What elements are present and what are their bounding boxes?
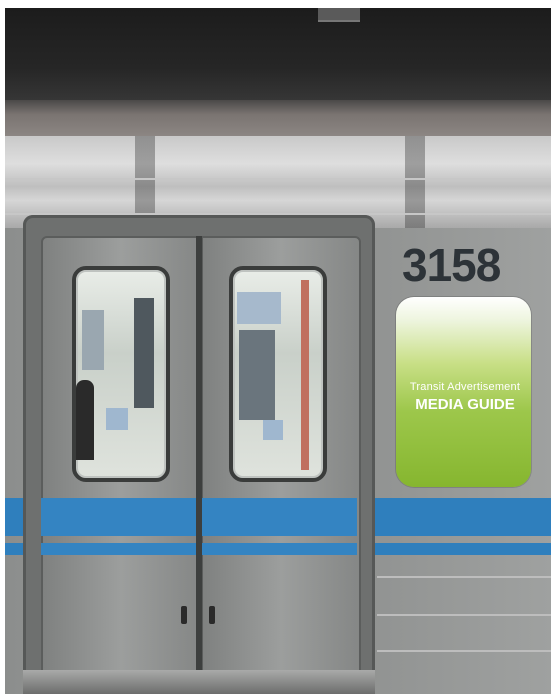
window-interior bbox=[239, 330, 275, 420]
door-gap-lower bbox=[196, 496, 202, 560]
door-gap bbox=[196, 236, 202, 680]
cover-page: 3158 Transit Advertisement MEDIA GUIDE bbox=[0, 0, 553, 697]
left-door-window bbox=[72, 266, 170, 482]
door-threshold bbox=[23, 670, 375, 694]
car-number: 3158 bbox=[402, 239, 501, 291]
side-panel-line bbox=[377, 576, 551, 578]
badge-subtitle: Transit Advertisement bbox=[409, 381, 521, 393]
passenger-silhouette bbox=[76, 380, 94, 460]
badge-title: MEDIA GUIDE bbox=[415, 396, 515, 413]
door-handle bbox=[209, 606, 215, 624]
train-roof bbox=[5, 100, 551, 136]
door-handle bbox=[181, 606, 187, 624]
window-sign bbox=[106, 408, 128, 430]
ceiling-light bbox=[318, 8, 360, 22]
window-interior bbox=[134, 298, 154, 408]
window-interior bbox=[301, 280, 309, 470]
window-sign bbox=[263, 420, 283, 440]
side-panel-line bbox=[377, 650, 551, 652]
body-ridge bbox=[5, 178, 551, 180]
right-door-window bbox=[229, 266, 327, 482]
window-interior bbox=[82, 310, 104, 370]
window-sign bbox=[237, 292, 281, 324]
side-panel-line bbox=[377, 614, 551, 616]
tunnel-ceiling bbox=[5, 8, 551, 108]
